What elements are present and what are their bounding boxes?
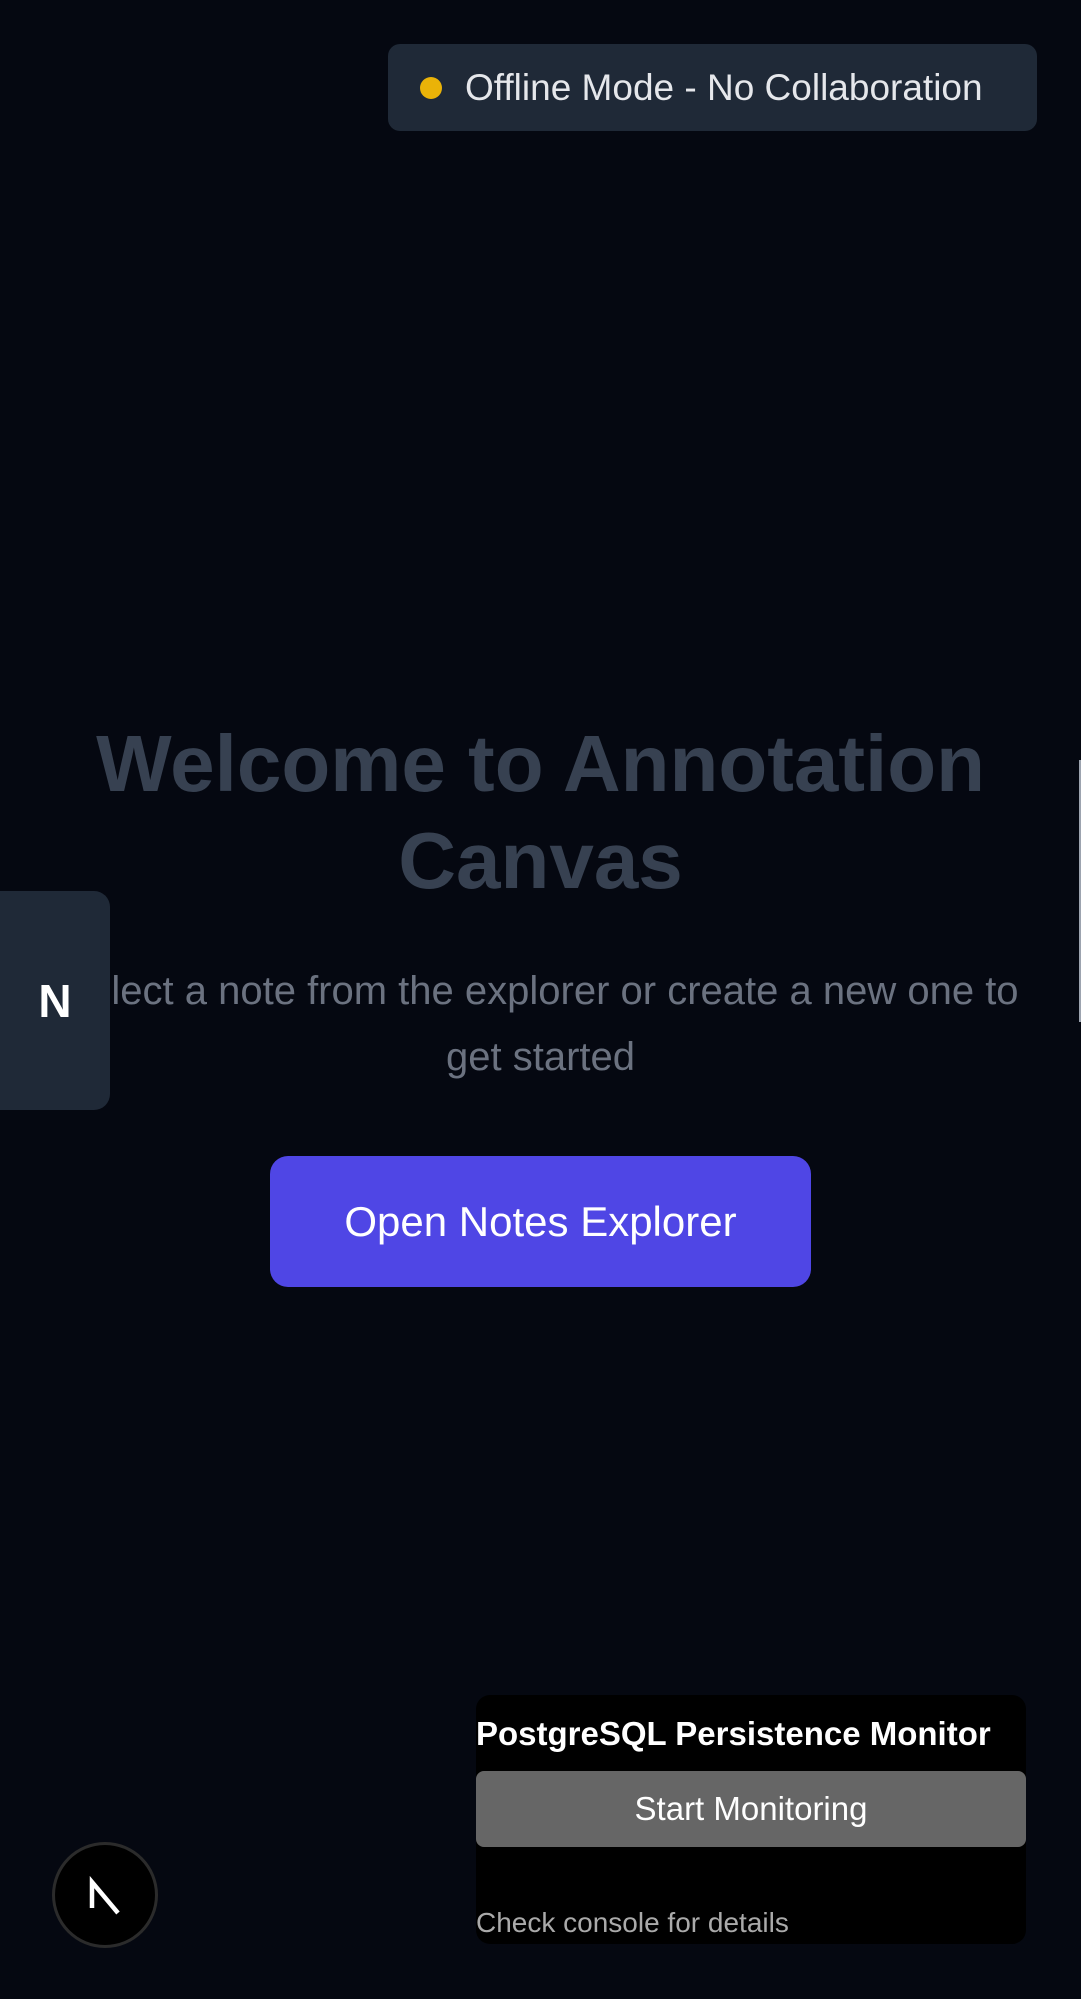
monitor-console-hint: Check console for details (476, 1907, 789, 1938)
monitor-title: PostgreSQL Persistence Monitor (476, 1715, 991, 1752)
start-monitoring-button[interactable]: Start Monitoring (476, 1771, 1026, 1847)
nextjs-logo-icon (89, 1875, 120, 1915)
nextjs-dev-tools-button[interactable] (55, 1845, 155, 1945)
persistence-monitor-panel: PostgreSQL Persistence Monitor Start Mon… (476, 1695, 1026, 1944)
welcome-subtitle-line-2: get started (445, 1035, 635, 1079)
open-notes-explorer-button[interactable]: Open Notes Explorer (270, 1156, 811, 1287)
connection-status-badge: Offline Mode - No Collaboration (388, 44, 1037, 131)
welcome-subtitle: Select a note from the explorer or creat… (0, 958, 1081, 1090)
status-dot-icon (420, 76, 442, 99)
welcome-subtitle-line-1: Select a note from the explorer or creat… (62, 969, 1019, 1013)
welcome-title: Welcome to Annotation Canvas (96, 719, 985, 905)
status-label: Offline Mode - No Collaboration (465, 66, 983, 108)
notes-tab-letter: N (38, 974, 72, 1027)
notes-explorer-toggle-tab[interactable]: N (0, 891, 110, 1110)
